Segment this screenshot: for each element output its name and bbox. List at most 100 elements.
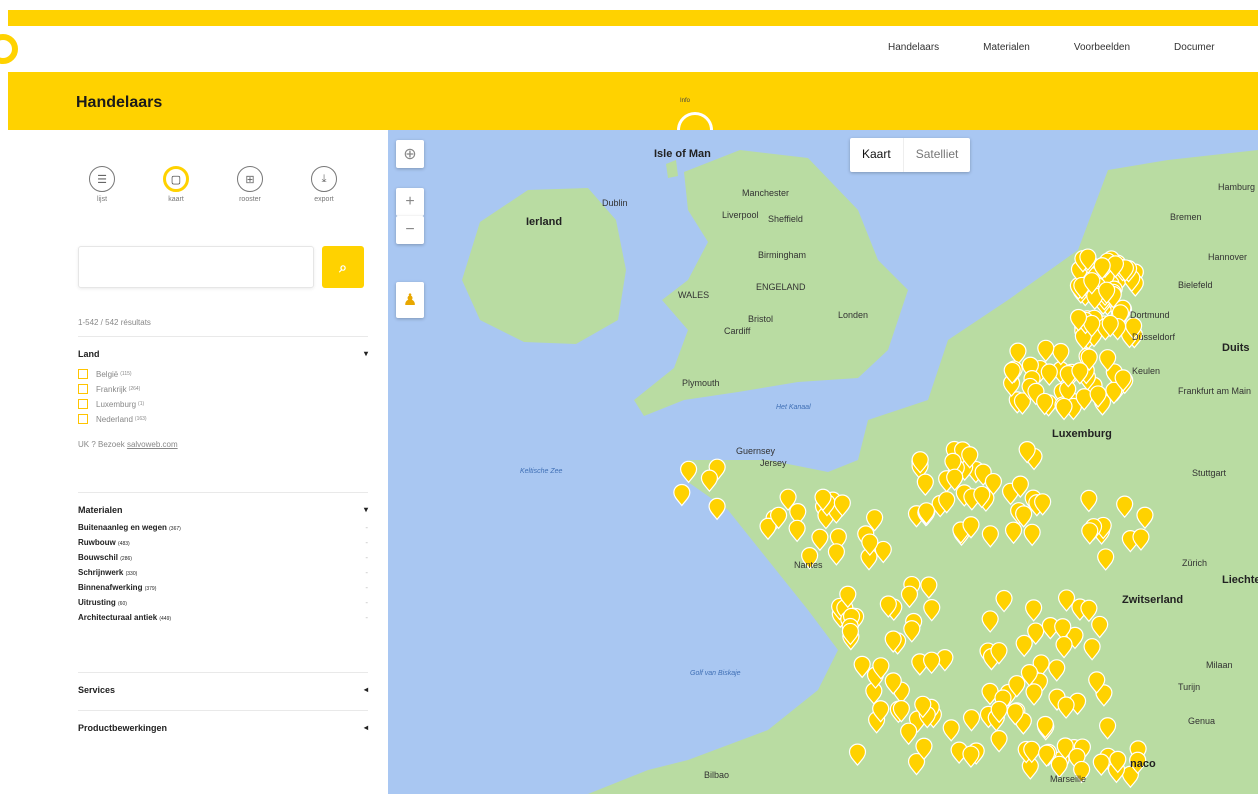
materiaal-item[interactable]: Uitrusting (60) - — [78, 598, 368, 607]
map-label: Hamburg — [1218, 182, 1256, 192]
map-label: Genua — [1188, 716, 1216, 726]
map-label: Sheffield — [768, 214, 803, 224]
crosshair-icon: ⊕ — [403, 146, 417, 163]
checkbox-luxemburg[interactable]: Luxemburg (1) — [78, 399, 368, 409]
map-label: Manchester — [742, 188, 790, 198]
map-canvas[interactable] — [388, 130, 1258, 794]
checkbox-frankrijk[interactable]: Frankrijk (264) — [78, 384, 368, 394]
materiaal-count: (483) — [118, 541, 130, 547]
dealer-pin-icon[interactable] — [708, 497, 726, 521]
map-label: Cardiff — [724, 326, 751, 336]
map-label: Birmingham — [758, 250, 807, 260]
search-icon: ⌕ — [339, 258, 347, 275]
checkbox-count: (115) — [120, 371, 132, 377]
map-label: Luxemburg — [1052, 428, 1112, 440]
checkbox-icon[interactable] — [78, 414, 88, 424]
materiaal-count: (60) — [118, 601, 127, 607]
materiaal-label: Ruwbouw — [78, 538, 116, 547]
materiaal-item[interactable]: Binnenafwerking (379) - — [78, 583, 368, 592]
map-label: Keltische Zee — [520, 468, 563, 475]
filter-title: Productbewerkingen — [78, 723, 168, 733]
navbar: Handelaars Materialen Voorbeelden Docume… — [0, 26, 1258, 72]
top-stripe — [0, 0, 1258, 26]
checkbox-icon[interactable] — [78, 369, 88, 379]
checkbox-label: België — [96, 369, 119, 379]
dealer-pin-icon[interactable] — [673, 483, 691, 507]
materiaal-item[interactable]: Bouwschil (286) - — [78, 553, 368, 562]
materiaal-item[interactable]: Ruwbouw (483) - — [78, 538, 368, 547]
logo-icon[interactable] — [0, 34, 18, 64]
dash-icon: - — [365, 523, 368, 532]
zoom-in-button[interactable]: + — [396, 188, 424, 216]
results-count: 1-542 / 542 résultats — [78, 318, 151, 327]
dash-icon: - — [365, 613, 368, 622]
map-label: Bielefeld — [1178, 280, 1213, 290]
materiaal-label: Bouwschil — [78, 553, 119, 562]
dash-icon: - — [365, 568, 368, 577]
filter-productbewerkingen-header[interactable]: Productbewerkingen ◂ — [78, 711, 368, 733]
map[interactable]: ⊕ + − ♟ Kaart Satelliet Isle of Man Ierl… — [388, 130, 1258, 794]
checkbox-nederland[interactable]: Nederland (163) — [78, 414, 368, 424]
nav-item-voorbeelden[interactable]: Voorbeelden — [1074, 42, 1130, 53]
view-tab-export[interactable]: ⤓ export — [302, 166, 346, 203]
materiaal-label: Architecturaal antiek — [78, 613, 158, 622]
search-button[interactable]: ⌕ — [322, 246, 364, 288]
nav-item-materialen[interactable]: Materialen — [983, 42, 1030, 53]
checkbox-belgie[interactable]: België (115) — [78, 369, 368, 379]
filter-materialen-header[interactable]: Materialen ▾ — [78, 493, 368, 515]
dash-icon: - — [365, 538, 368, 547]
title-band: Handelaars Info ⌄ — [8, 72, 1258, 148]
checkbox-count: (264) — [128, 386, 141, 392]
map-label: Liverpool — [722, 210, 759, 220]
view-tab-label: export — [314, 196, 334, 203]
list-icon: ☰ — [89, 166, 115, 192]
zoom-out-button[interactable]: − — [396, 216, 424, 244]
pegman-button[interactable]: ♟ — [396, 282, 424, 318]
uk-note: UK ? Bezoek salvoweb.com — [78, 440, 368, 449]
dash-icon: - — [365, 583, 368, 592]
map-label: Marseille — [1050, 774, 1087, 784]
materiaal-count: (286) — [120, 556, 132, 562]
minus-icon: − — [405, 221, 415, 238]
filter-title: Materialen — [78, 505, 123, 515]
chevron-left-icon: ◂ — [363, 685, 368, 694]
salvoweb-link[interactable]: salvoweb.com — [127, 440, 178, 449]
filter-land: Land ▾ België (115) Frankrijk (264) Luxembu… — [78, 336, 368, 449]
filter-services-header[interactable]: Services ◂ — [78, 673, 368, 695]
nav-item-documenten[interactable]: Documer — [1174, 42, 1215, 53]
materiaal-item[interactable]: Architecturaal antiek (449) - — [78, 613, 368, 622]
map-label: Zürich — [1182, 558, 1208, 568]
map-label: Plymouth — [682, 378, 720, 388]
chevron-down-icon: ▾ — [363, 505, 368, 514]
view-tab-kaart[interactable]: ▢ kaart — [154, 166, 198, 203]
map-type-control: Kaart Satelliet — [850, 138, 971, 172]
filter-title: Land — [78, 349, 100, 359]
view-tab-label: rooster — [239, 196, 261, 203]
map-label: Ierland — [526, 216, 563, 228]
checkbox-count: (1) — [138, 401, 145, 407]
view-tab-label: lijst — [96, 196, 108, 203]
view-tab-rooster[interactable]: ⊞ rooster — [228, 166, 272, 203]
map-label: Dortmund — [1130, 310, 1170, 320]
materiaal-count: (367) — [169, 526, 181, 532]
checkbox-icon[interactable] — [78, 384, 88, 394]
map-label: Keulen — [1132, 366, 1161, 376]
nav-links: Handelaars Materialen Voorbeelden Docume… — [888, 42, 1258, 53]
filter-land-header[interactable]: Land ▾ — [78, 337, 368, 359]
materiaal-item[interactable]: Schrijnwerk (330) - — [78, 568, 368, 577]
filter-title: Services — [78, 685, 116, 695]
map-type-satelliet[interactable]: Satelliet — [902, 138, 971, 172]
nav-item-handelaars[interactable]: Handelaars — [888, 42, 939, 53]
locate-button[interactable]: ⊕ — [396, 140, 424, 168]
search-input[interactable] — [78, 246, 314, 288]
checkbox-icon[interactable] — [78, 399, 88, 409]
map-label: Dublin — [602, 198, 628, 208]
checkbox-label: Nederland — [96, 414, 133, 424]
map-type-kaart[interactable]: Kaart — [850, 138, 903, 172]
pegman-icon: ♟ — [402, 292, 418, 309]
chevron-left-icon: ◂ — [363, 723, 368, 732]
map-label: Turijn — [1178, 682, 1201, 692]
materiaal-item[interactable]: Buitenaanleg en wegen (367) - — [78, 523, 368, 532]
checkbox-label: Luxemburg — [96, 399, 137, 409]
view-tab-lijst[interactable]: ☰ lijst — [80, 166, 124, 203]
